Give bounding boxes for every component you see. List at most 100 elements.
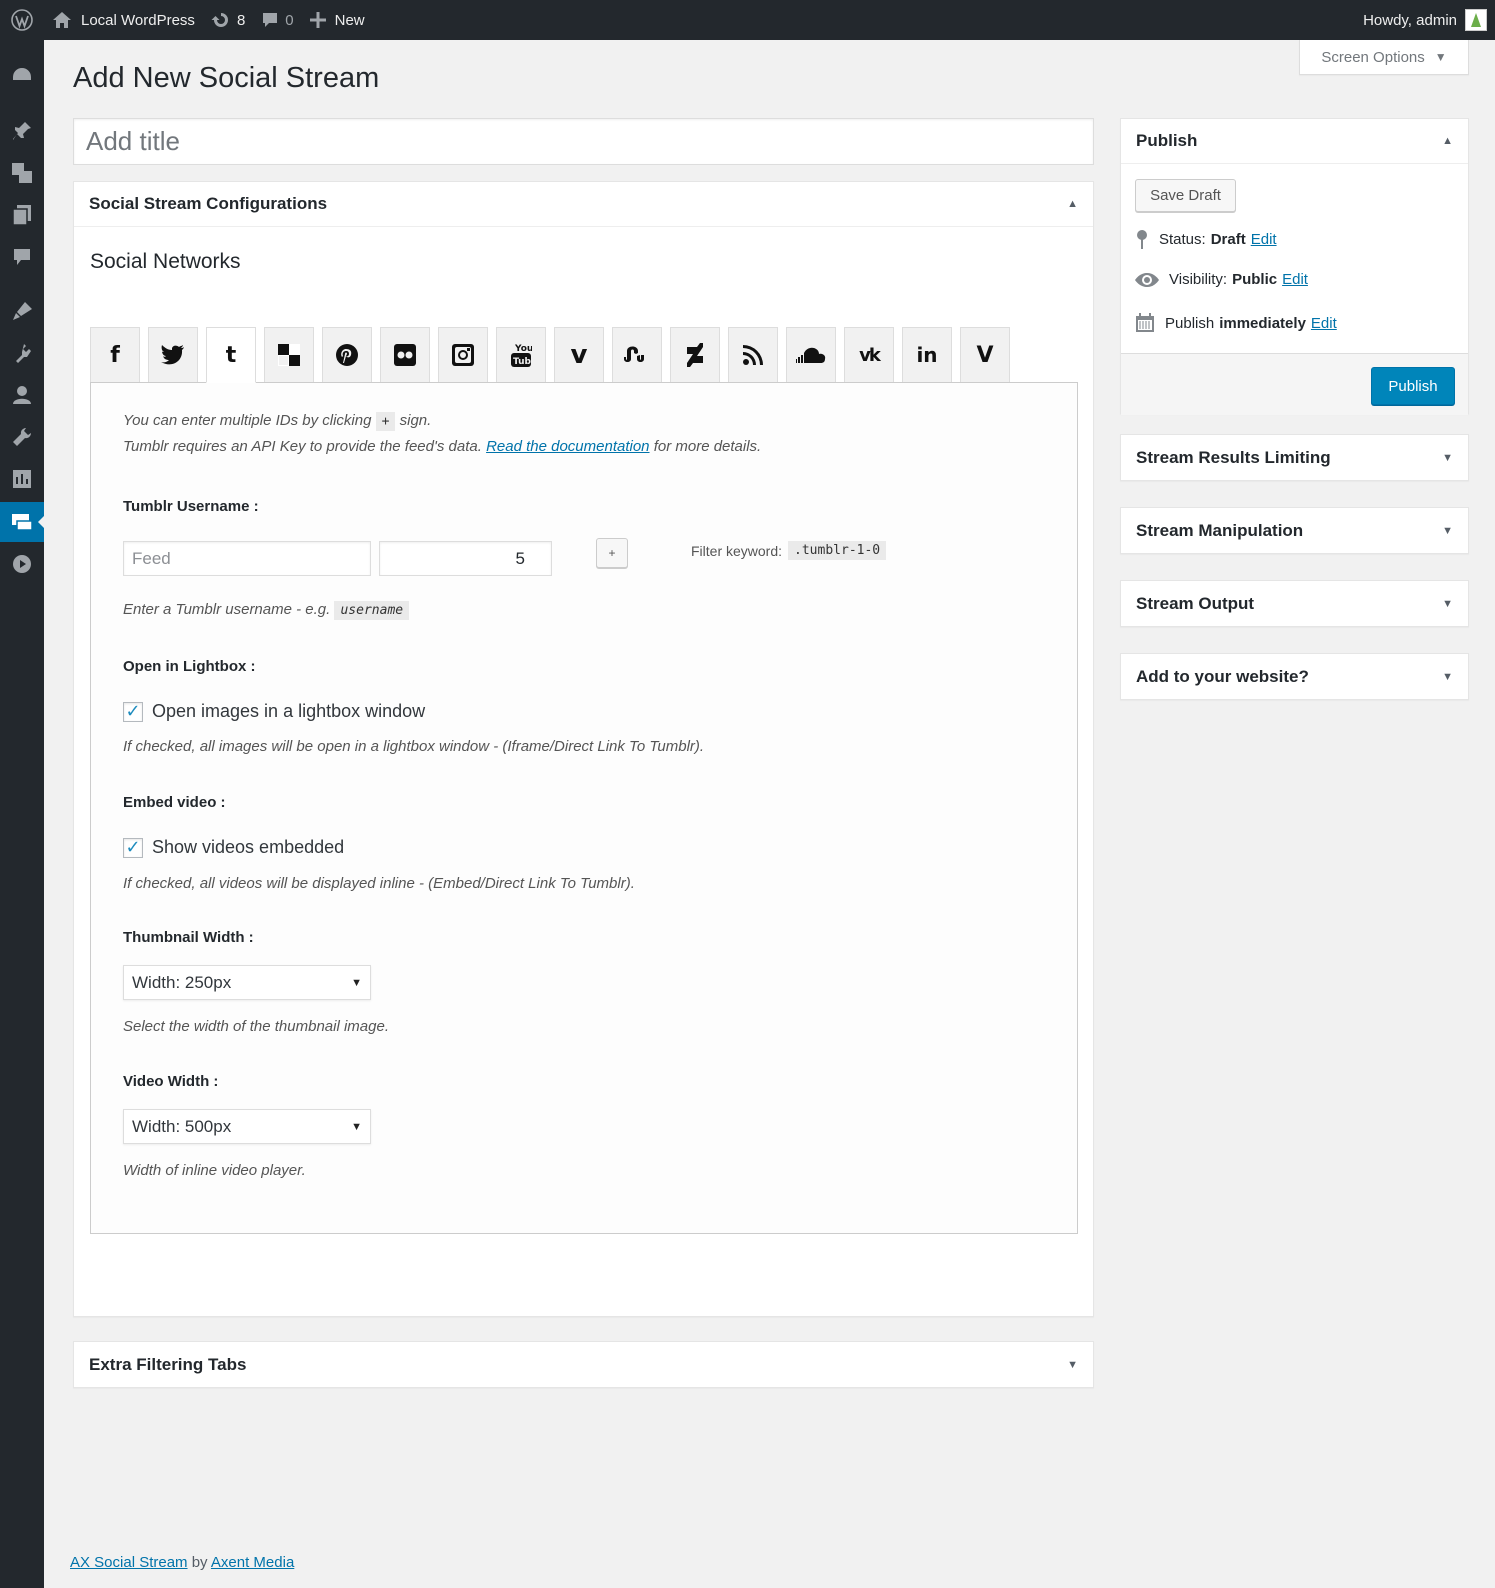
video-width-select[interactable]: Width: 500px ▼ bbox=[123, 1109, 371, 1144]
posts-icon[interactable] bbox=[0, 114, 44, 148]
my-account[interactable]: Howdy, admin bbox=[1355, 0, 1495, 40]
tab-instagram[interactable] bbox=[438, 327, 488, 383]
media-icon[interactable] bbox=[0, 156, 44, 190]
lightbox-checkbox[interactable]: ✓ bbox=[123, 701, 143, 722]
comments-icon[interactable] bbox=[0, 240, 44, 274]
stumbleupon-icon bbox=[624, 346, 644, 362]
play-icon[interactable] bbox=[0, 547, 44, 581]
tab-delicious[interactable] bbox=[264, 327, 314, 383]
embed-video-checkbox[interactable]: ✓ bbox=[123, 837, 143, 858]
visibility-value: Public bbox=[1232, 271, 1278, 288]
plus-icon bbox=[309, 12, 326, 28]
pin-icon bbox=[1137, 230, 1147, 249]
expand-toggle-icon[interactable]: ▼ bbox=[1442, 525, 1453, 537]
expand-toggle-icon[interactable]: ▼ bbox=[1442, 671, 1453, 683]
tumblr-username-label: Tumblr Username : bbox=[123, 498, 259, 515]
plugins-icon[interactable] bbox=[0, 336, 44, 370]
tab-pinterest[interactable] bbox=[322, 327, 372, 383]
expand-toggle-icon[interactable]: ▼ bbox=[1442, 452, 1453, 464]
site-name-link[interactable]: Local WordPress bbox=[44, 0, 203, 40]
tab-tumblr[interactable]: t bbox=[206, 327, 256, 383]
collapse-toggle-icon[interactable]: ▲ bbox=[1067, 198, 1078, 210]
tab-flickr[interactable] bbox=[380, 327, 430, 383]
tab-vimeo[interactable]: v bbox=[554, 327, 604, 383]
embed-video-option[interactable]: ✓ Show videos embedded bbox=[123, 837, 344, 858]
edit-schedule-link[interactable]: Edit bbox=[1311, 315, 1337, 332]
stream-output-title: Stream Output bbox=[1136, 593, 1255, 613]
tab-deviantart[interactable] bbox=[670, 327, 720, 383]
footer-by: by bbox=[191, 1554, 208, 1571]
documentation-link[interactable]: Read the documentation bbox=[486, 438, 649, 455]
appearance-icon[interactable] bbox=[0, 294, 44, 328]
comments-link[interactable]: 0 bbox=[253, 0, 301, 40]
filter-keyword: Filter keyword: .tumblr-1-0 bbox=[691, 541, 887, 560]
feed-input[interactable]: Feed bbox=[123, 541, 371, 576]
tab-vine[interactable]: V bbox=[960, 327, 1010, 383]
tools-icon[interactable] bbox=[0, 420, 44, 454]
wordpress-logo-icon[interactable] bbox=[0, 0, 44, 40]
tab-soundcloud[interactable] bbox=[786, 327, 836, 383]
stream-output-header[interactable]: Stream Output ▼ bbox=[1121, 581, 1468, 626]
vk-icon: vk bbox=[859, 344, 881, 366]
tab-rss[interactable] bbox=[728, 327, 778, 383]
edit-status-link[interactable]: Edit bbox=[1251, 231, 1277, 248]
stream-manipulation-header[interactable]: Stream Manipulation ▼ bbox=[1121, 508, 1468, 553]
filter-keyword-value: .tumblr-1-0 bbox=[788, 541, 887, 560]
add-feed-button[interactable]: + bbox=[596, 538, 628, 568]
config-box-header[interactable]: Social Stream Configurations ▲ bbox=[74, 182, 1093, 227]
tab-linkedin[interactable]: in bbox=[902, 327, 952, 383]
avatar bbox=[1465, 9, 1487, 31]
social-networks-title: Social Networks bbox=[90, 250, 241, 273]
schedule-value: immediately bbox=[1219, 314, 1306, 332]
screen-options-button[interactable]: Screen Options ▼ bbox=[1299, 40, 1469, 75]
users-icon[interactable] bbox=[0, 378, 44, 412]
video-width-value: Width: 500px bbox=[132, 1116, 232, 1136]
updates-link[interactable]: 8 bbox=[203, 0, 253, 40]
delicious-icon bbox=[278, 344, 300, 366]
stream-results-limiting-header[interactable]: Stream Results Limiting ▼ bbox=[1121, 435, 1468, 480]
title-field[interactable] bbox=[73, 118, 1094, 165]
dashboard-icon[interactable] bbox=[0, 58, 44, 92]
tab-facebook[interactable]: f bbox=[90, 327, 140, 383]
tab-twitter[interactable] bbox=[148, 327, 198, 383]
embed-video-checkbox-label: Show videos embedded bbox=[152, 837, 345, 857]
count-input[interactable]: 5 bbox=[379, 541, 552, 576]
vine-icon: V bbox=[976, 342, 994, 368]
plugin-link[interactable]: AX Social Stream bbox=[70, 1554, 188, 1571]
social-stream-icon[interactable] bbox=[0, 502, 44, 542]
home-icon bbox=[53, 12, 71, 28]
intro-note-line1: You can enter multiple IDs by clicking +… bbox=[123, 412, 432, 431]
deviantart-icon bbox=[687, 343, 703, 367]
settings-icon[interactable] bbox=[0, 462, 44, 496]
expand-toggle-icon[interactable]: ▼ bbox=[1442, 598, 1453, 610]
schedule-row: Publish immediately Edit bbox=[1135, 313, 1337, 333]
tab-vk[interactable]: vk bbox=[844, 327, 894, 383]
author-link[interactable]: Axent Media bbox=[211, 1554, 294, 1571]
triangle-down-icon: ▼ bbox=[1434, 50, 1447, 64]
intro-note-line2: Tumblr requires an API Key to provide th… bbox=[123, 438, 762, 455]
new-content-link[interactable]: New bbox=[302, 0, 373, 40]
stream-results-limiting-title: Stream Results Limiting bbox=[1136, 447, 1331, 467]
publish-header[interactable]: Publish ▲ bbox=[1121, 119, 1468, 164]
soundcloud-icon bbox=[796, 347, 826, 363]
pages-icon[interactable] bbox=[0, 198, 44, 232]
extra-filtering-header[interactable]: Extra Filtering Tabs ▼ bbox=[74, 1342, 1093, 1387]
tab-youtube[interactable]: You Tube bbox=[496, 327, 546, 383]
thumbnail-width-value: Width: 250px bbox=[132, 972, 232, 992]
embed-video-help: If checked, all videos will be displayed… bbox=[123, 875, 635, 892]
publish-button[interactable]: Publish bbox=[1371, 367, 1455, 405]
add-to-website-header[interactable]: Add to your website? ▼ bbox=[1121, 654, 1468, 699]
schedule-label: Publish bbox=[1165, 314, 1215, 332]
title-input[interactable] bbox=[74, 119, 1093, 164]
save-draft-button[interactable]: Save Draft bbox=[1135, 179, 1236, 212]
expand-toggle-icon[interactable]: ▼ bbox=[1067, 1359, 1078, 1371]
embed-video-label: Embed video : bbox=[123, 794, 226, 811]
thumbnail-width-select[interactable]: Width: 250px ▼ bbox=[123, 965, 371, 1000]
edit-visibility-link[interactable]: Edit bbox=[1282, 271, 1308, 288]
collapse-toggle-icon[interactable]: ▲ bbox=[1442, 135, 1453, 147]
tab-stumbleupon[interactable] bbox=[612, 327, 662, 383]
network-tabs: f t You Tube v vk bbox=[90, 327, 1018, 383]
thumbnail-width-help: Select the width of the thumbnail image. bbox=[123, 1018, 389, 1035]
lightbox-option[interactable]: ✓ Open images in a lightbox window bbox=[123, 701, 425, 722]
status-row: Status: Draft Edit bbox=[1135, 229, 1277, 249]
